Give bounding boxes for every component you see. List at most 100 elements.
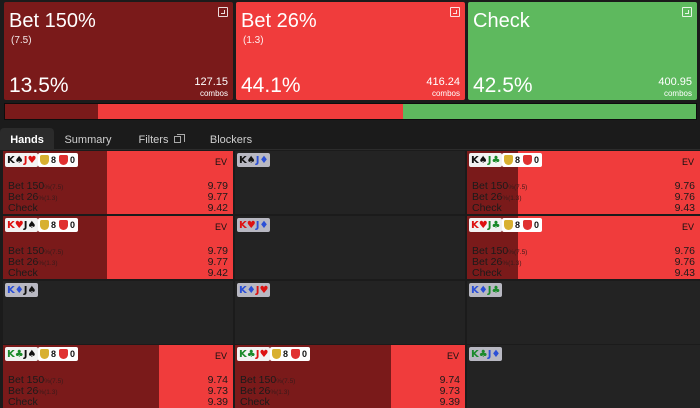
ev-value: 9.77 bbox=[207, 191, 228, 203]
ev-value: 9.39 bbox=[207, 396, 228, 408]
ev-value: 9.73 bbox=[207, 385, 228, 397]
shield-icon bbox=[523, 155, 533, 165]
blocker-count: 0 bbox=[302, 349, 308, 359]
action-sizing: %(1.3) bbox=[38, 389, 58, 396]
action-sizing: %(1.3) bbox=[38, 195, 58, 202]
action-sizing: %(7.5) bbox=[44, 378, 64, 385]
hand-cell[interactable]: K ♠ J ♣ 8 0 EV Bet 150%(7.5) 9.76 Bet 26%(1.3) 9.7… bbox=[467, 151, 700, 214]
ev-value: 9.39 bbox=[439, 396, 460, 408]
hand-cell[interactable]: K ♦ J ♣ bbox=[467, 281, 700, 344]
action-sizing: %(7.5) bbox=[508, 184, 528, 191]
suit-icon: ♦ bbox=[259, 219, 269, 231]
blocker-count: 0 bbox=[534, 220, 540, 230]
hand-cell[interactable]: K ♦ J ♠ bbox=[3, 281, 233, 344]
ev-row-label: Check bbox=[8, 397, 38, 408]
action-sizing: %(1.3) bbox=[502, 195, 522, 202]
suit-icon: ♠ bbox=[27, 348, 37, 360]
action-sizing: %(7.5) bbox=[44, 249, 64, 256]
hand-grid: K ♠ J ♥ 8 0 EV Bet 150%(7.5) 9.79 Bet 26%(1.3) 9.7… bbox=[3, 151, 700, 408]
combos-unit: combos bbox=[431, 89, 460, 98]
frequency-segment bbox=[98, 104, 403, 119]
shield-icon bbox=[523, 220, 533, 230]
blocker-count: 0 bbox=[70, 349, 76, 359]
action-frequency: 13.5% bbox=[9, 74, 69, 97]
card-rank: K bbox=[471, 348, 479, 360]
ev-value: 9.76 bbox=[674, 191, 695, 203]
suit-icon: ♦ bbox=[478, 284, 488, 296]
ev-row-label: Check bbox=[472, 268, 502, 279]
suit-icon: ♥ bbox=[246, 219, 256, 231]
shield-icon bbox=[272, 349, 281, 359]
card-rank: K bbox=[7, 154, 15, 166]
blocker-count: 0 bbox=[534, 155, 540, 165]
ev-value: 9.74 bbox=[207, 374, 228, 386]
card-rank: K bbox=[239, 284, 247, 296]
suit-icon: ♣ bbox=[491, 219, 501, 231]
card-rank: K bbox=[239, 219, 247, 231]
blocker-count: 0 bbox=[70, 155, 76, 165]
hand-cards: K ♠ J ♣ bbox=[469, 153, 503, 167]
action-frequency: 42.5% bbox=[473, 74, 533, 97]
tab-summary[interactable]: Summary bbox=[56, 128, 120, 150]
hand-cell[interactable]: K ♠ J ♥ 8 0 EV Bet 150%(7.5) 9.79 Bet 26%(1.3) 9.7… bbox=[3, 151, 233, 214]
tab-label: Summary bbox=[64, 134, 112, 146]
action-card-bet-150[interactable]: Bet 150% (7.5) 13.5% 127.15 combos bbox=[4, 2, 233, 100]
combos-unit: combos bbox=[199, 89, 228, 98]
tab-filters[interactable]: Filters bbox=[128, 128, 192, 150]
blocker-count: 8 bbox=[51, 349, 57, 359]
hand-cell[interactable]: K ♥ J ♦ bbox=[235, 216, 465, 279]
suit-icon: ♦ bbox=[246, 284, 256, 296]
ev-value: 9.73 bbox=[439, 385, 460, 397]
tab-blockers[interactable]: Blockers bbox=[198, 128, 264, 150]
card-rank: K bbox=[239, 154, 247, 166]
hand-cell[interactable]: K ♣ J ♠ 8 0 EV Bet 150%(7.5) 9.74 Bet 26%(1.3) 9.7… bbox=[3, 345, 233, 408]
ev-header: EV bbox=[214, 157, 227, 167]
suit-icon: ♣ bbox=[246, 348, 256, 360]
combos-value: 127.15 bbox=[194, 76, 228, 88]
hand-cards: K ♣ J ♥ bbox=[237, 347, 271, 361]
suit-icon: ♥ bbox=[14, 219, 24, 231]
hand-cell[interactable]: K ♣ J ♦ bbox=[467, 345, 700, 408]
tab-bar: Hands Summary Filters Blockers bbox=[0, 128, 700, 150]
suit-icon: ♠ bbox=[27, 219, 37, 231]
suit-icon: ♣ bbox=[14, 348, 24, 360]
ev-value: 9.76 bbox=[674, 180, 695, 192]
ev-row-label: Check bbox=[8, 203, 38, 214]
suit-icon: ♣ bbox=[491, 284, 501, 296]
card-rank: K bbox=[7, 284, 15, 296]
expand-icon[interactable] bbox=[450, 7, 460, 17]
hand-cell[interactable]: K ♥ J ♣ 8 0 EV Bet 150%(7.5) 9.76 Bet 26%(1.3) 9.7… bbox=[467, 216, 700, 279]
blocker-stats: 80 bbox=[38, 218, 79, 232]
combos-value: 400.95 bbox=[658, 76, 692, 88]
hand-cell[interactable]: K ♦ J ♥ bbox=[235, 281, 465, 344]
suit-icon: ♥ bbox=[259, 348, 269, 360]
suit-icon: ♣ bbox=[491, 154, 501, 166]
action-label: Check bbox=[240, 396, 270, 408]
action-label: Check bbox=[472, 202, 502, 214]
ev-row-label: Check bbox=[8, 268, 38, 279]
ev-value: 9.42 bbox=[207, 202, 228, 214]
action-card-check[interactable]: Check 42.5% 400.95 combos bbox=[468, 2, 697, 100]
hand-cell[interactable]: K ♣ J ♥ 8 0 EV Bet 150%(7.5) 9.74 Bet 26%(1.3) 9.7… bbox=[235, 345, 465, 408]
action-card-bet-26[interactable]: Bet 26% (1.3) 44.1% 416.24 combos bbox=[236, 2, 465, 100]
expand-icon[interactable] bbox=[218, 7, 228, 17]
expand-icon[interactable] bbox=[682, 7, 692, 17]
combos-value: 416.24 bbox=[426, 76, 460, 88]
suit-icon: ♥ bbox=[478, 219, 488, 231]
card-rank: K bbox=[7, 348, 15, 360]
hand-cards: K ♥ J ♦ bbox=[237, 218, 271, 232]
hand-cards: K ♥ J ♣ bbox=[469, 218, 503, 232]
ev-value: 9.42 bbox=[207, 267, 228, 279]
blocker-count: 8 bbox=[515, 155, 521, 165]
ev-header: EV bbox=[214, 222, 227, 232]
hand-cards: K ♦ J ♣ bbox=[469, 283, 503, 297]
action-sizing: (7.5) bbox=[11, 35, 32, 46]
hand-cell[interactable]: K ♠ J ♦ bbox=[235, 151, 465, 214]
ev-header: EV bbox=[681, 222, 694, 232]
popout-icon bbox=[174, 134, 186, 143]
shield-icon bbox=[59, 220, 69, 230]
shield-icon bbox=[59, 155, 69, 165]
hand-cell[interactable]: K ♥ J ♠ 8 0 EV Bet 150%(7.5) 9.79 Bet 26%(1.3) 9.7… bbox=[3, 216, 233, 279]
tab-hands[interactable]: Hands bbox=[0, 128, 54, 150]
action-sizing: %(1.3) bbox=[38, 260, 58, 267]
